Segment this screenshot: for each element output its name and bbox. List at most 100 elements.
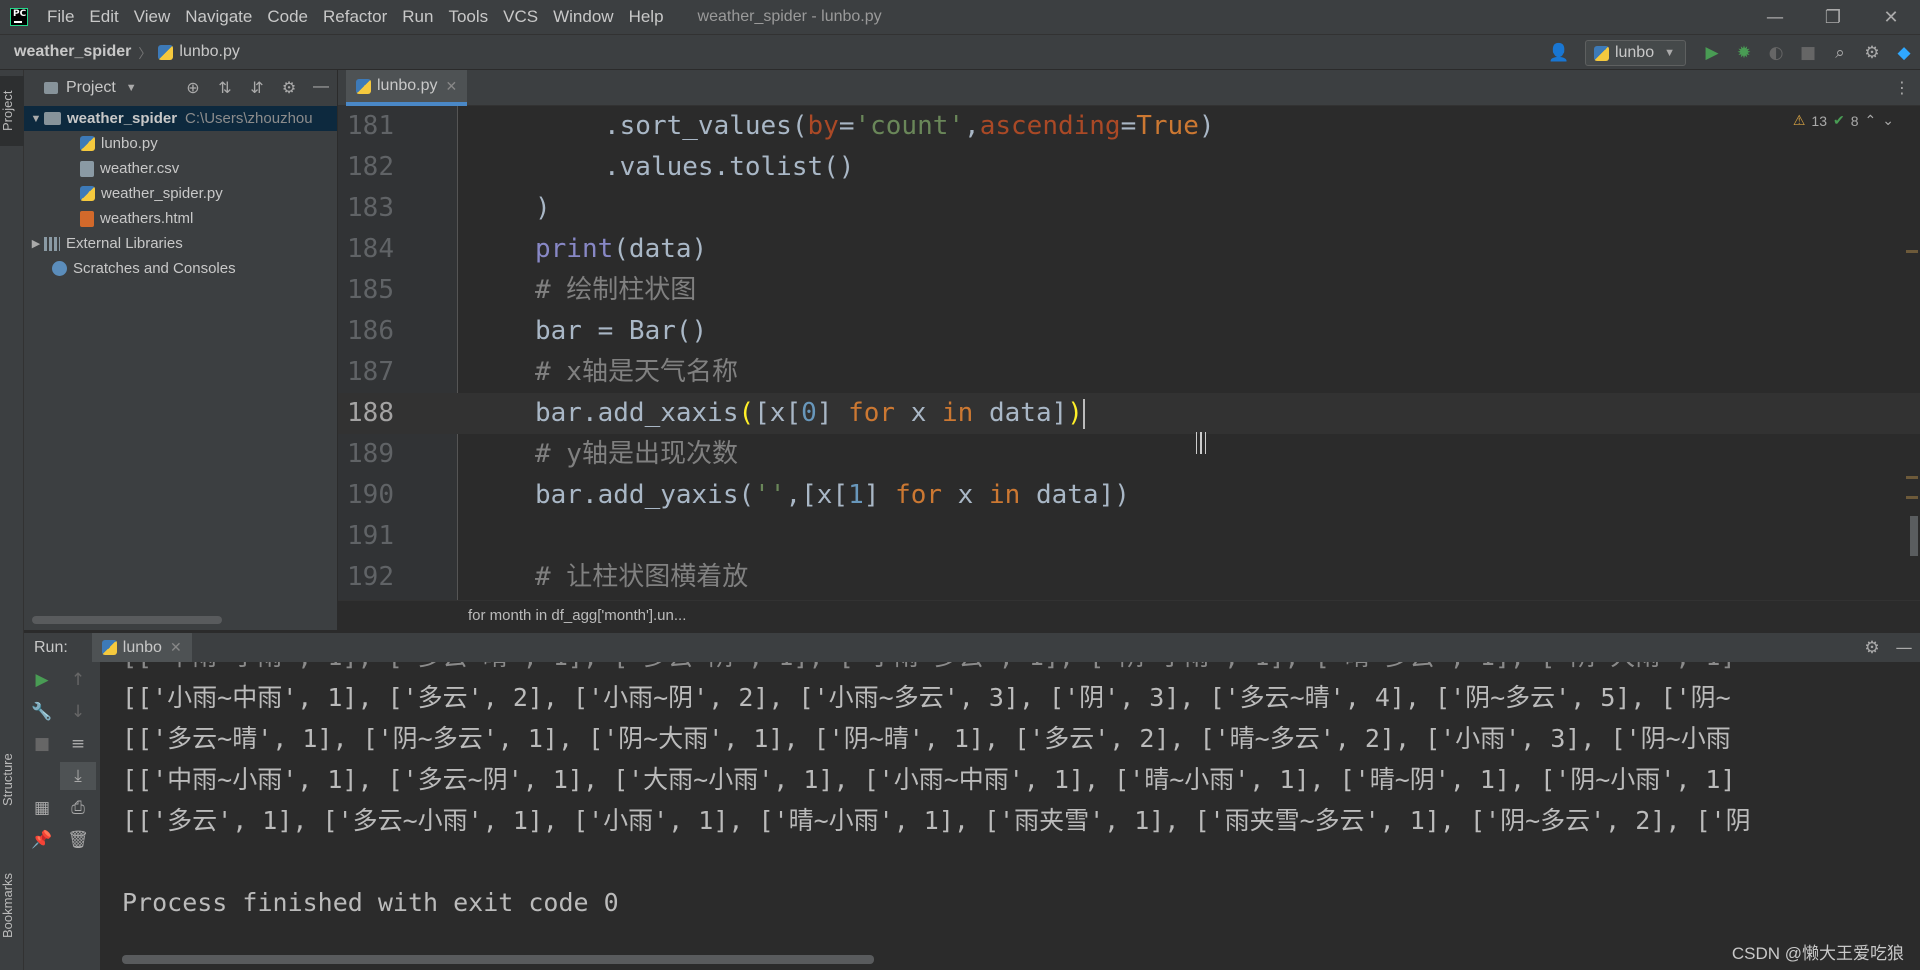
code-line: 191 — [338, 516, 1920, 557]
breadcrumb-file[interactable]: lunbo.py — [158, 43, 240, 61]
tree-item-file[interactable]: weathers.html — [24, 206, 337, 231]
run-panel-label: Run: — [34, 638, 68, 656]
close-icon[interactable]: ✕ — [170, 639, 182, 656]
tool-tab-bookmarks[interactable]: Bookmarks — [0, 860, 24, 950]
project-view-select[interactable]: Project — [66, 79, 116, 97]
line-number: 181 — [347, 111, 394, 141]
menu-file[interactable]: File — [40, 7, 82, 27]
restore-button[interactable]: ❐ — [1804, 0, 1862, 34]
scroll-marker — [1906, 476, 1918, 479]
text-caret — [1082, 398, 1085, 429]
breadcrumb-project[interactable]: weather_spider — [14, 43, 131, 61]
editor-tab-lunbo[interactable]: lunbo.py ✕ — [346, 70, 468, 106]
run-panel-header: Run: lunbo ✕ ⚙ — — [24, 632, 1920, 663]
chevron-up-icon[interactable]: ⌃ — [1865, 112, 1877, 129]
run-tab-label: lunbo — [122, 638, 162, 656]
close-icon[interactable]: ✕ — [446, 78, 458, 95]
line-number: 182 — [347, 152, 394, 182]
python-file-icon — [80, 136, 95, 151]
debug-icon[interactable]: ✹ — [1728, 43, 1760, 63]
wrench-icon[interactable]: 🔧 — [24, 698, 60, 726]
editor-tab-label: lunbo.py — [377, 77, 438, 94]
code-editor[interactable]: 181 .sort_values(by='count',ascending=Tr… — [338, 106, 1920, 600]
pycharm-logo-icon — [10, 8, 28, 26]
console-horizontal-scrollbar[interactable] — [122, 955, 874, 964]
breadcrumb-file-label: lunbo.py — [179, 43, 240, 60]
gear-icon[interactable]: ⚙ — [273, 78, 305, 98]
scroll-to-end-icon[interactable]: ⤓ — [60, 762, 96, 790]
window-title: weather_spider - lunbo.py — [697, 8, 882, 25]
pin-icon[interactable]: 📌 — [24, 826, 60, 854]
run-icon[interactable]: ▶ — [1696, 43, 1728, 63]
jetbrains-icon[interactable]: ◆ — [1888, 43, 1920, 63]
user-icon[interactable]: 👤 — [1543, 43, 1575, 63]
soft-wrap-icon[interactable]: ≡ — [60, 730, 96, 758]
stop-icon[interactable]: ■ — [24, 730, 60, 758]
search-icon[interactable]: ⌕ — [1824, 43, 1856, 63]
print-icon[interactable]: ⎙ — [60, 794, 96, 822]
project-panel-actions: ⊕ ⇅ ⇵ ⚙ — — [177, 78, 337, 98]
python-file-icon — [1593, 45, 1609, 61]
tree-item-scratches[interactable]: Scratches and Consoles — [24, 256, 337, 281]
more-icon[interactable]: ⋮ — [1894, 78, 1910, 97]
run-console[interactable]: [['中雨~小雨', 1], ['多云~晴', 1], ['多云~阴', 1],… — [100, 662, 1920, 970]
menu-edit[interactable]: Edit — [82, 7, 126, 27]
editor-tab-bar: lunbo.py ✕ ⋮ — [338, 70, 1920, 106]
check-icon: ✔ — [1833, 112, 1845, 128]
code-line: 183 ) — [338, 188, 1920, 229]
code-line: 187 # x轴是天气名称 — [338, 352, 1920, 393]
arrow-up-icon[interactable]: ↑ — [60, 666, 96, 694]
menu-code[interactable]: Code — [260, 7, 316, 27]
tree-item-file[interactable]: weather.csv — [24, 156, 337, 181]
menu-window[interactable]: Window — [546, 7, 621, 27]
collapse-all-icon[interactable]: ⇵ — [241, 78, 273, 98]
line-number: 186 — [347, 316, 394, 346]
tool-tab-project[interactable]: Project — [0, 76, 24, 146]
rerun-icon[interactable]: ▶ — [24, 666, 60, 694]
arrow-down-icon[interactable]: ↓ — [60, 698, 96, 726]
close-window-button[interactable]: ✕ — [1862, 0, 1920, 34]
layout-icon[interactable]: ▦ — [24, 794, 60, 822]
menu-help[interactable]: Help — [622, 7, 672, 27]
gear-icon[interactable]: ⚙ — [1856, 43, 1888, 63]
hide-icon[interactable]: — — [1888, 638, 1920, 658]
menu-view[interactable]: View — [127, 7, 179, 27]
tree-item-root[interactable]: ▼ weather_spider C:\Users\zhouzhou — [24, 106, 337, 131]
watermark: CSDN @懒大王爱吃狼 — [1731, 944, 1904, 963]
run-panel-actions: ⚙ — — [1856, 638, 1920, 658]
expand-all-icon[interactable]: ⇅ — [209, 78, 241, 98]
run-configuration-select[interactable]: lunbo ▼ — [1584, 40, 1686, 66]
chevron-down-icon[interactable]: ⌄ — [1882, 112, 1894, 129]
hide-icon[interactable]: — — [305, 78, 337, 98]
menu-tools[interactable]: Tools — [441, 7, 496, 27]
inspection-widget[interactable]: ⚠ 13 ✔ 8 ⌃ ⌄ — [1793, 112, 1894, 129]
tree-item-file[interactable]: lunbo.py — [24, 131, 337, 156]
gear-icon[interactable]: ⚙ — [1856, 638, 1888, 658]
scroll-thumb[interactable] — [1910, 516, 1918, 556]
menu-navigate[interactable]: Navigate — [178, 7, 260, 27]
title-bar: File Edit View Navigate Code Refactor Ru… — [0, 0, 1920, 34]
trash-icon[interactable]: 🗑 — [60, 826, 96, 854]
tree-item-file[interactable]: weather_spider.py — [24, 181, 337, 206]
menu-run[interactable]: Run — [395, 7, 441, 27]
menu-vcs[interactable]: VCS — [496, 7, 546, 27]
coverage-icon[interactable]: ◐ — [1760, 43, 1792, 63]
run-tab-lunbo[interactable]: lunbo ✕ — [91, 632, 192, 663]
minimize-button[interactable]: — — [1746, 0, 1804, 34]
tree-item-external-libraries[interactable]: ▶ External Libraries — [24, 231, 337, 256]
code-breadcrumb[interactable]: for month in df_agg['month'].un... — [468, 607, 686, 624]
console-output-line: [['多云~晴', 1], ['阴~多云', 1], ['阴~大雨', 1], … — [122, 724, 1731, 753]
menu-refactor[interactable]: Refactor — [316, 7, 395, 27]
code-line: 190 bar.add_yaxis('',[x[1] for x in data… — [338, 475, 1920, 516]
editor-scrollbar-markers[interactable] — [1906, 106, 1920, 600]
code-line: 192 # 让柱状图横着放 — [338, 557, 1920, 598]
tool-tab-structure[interactable]: Structure — [0, 740, 24, 820]
code-line: 189 # y轴是出现次数 — [338, 434, 1920, 475]
project-panel-header: Project ▼ ⊕ ⇅ ⇵ ⚙ — — [24, 70, 337, 106]
tree-item-label: weathers.html — [100, 210, 194, 227]
folder-icon — [44, 82, 58, 94]
stop-icon[interactable]: ■ — [1792, 43, 1824, 63]
left-tool-strip: Project Structure Bookmarks — [0, 70, 24, 970]
locate-icon[interactable]: ⊕ — [177, 78, 209, 98]
project-horizontal-scrollbar[interactable] — [32, 616, 222, 624]
